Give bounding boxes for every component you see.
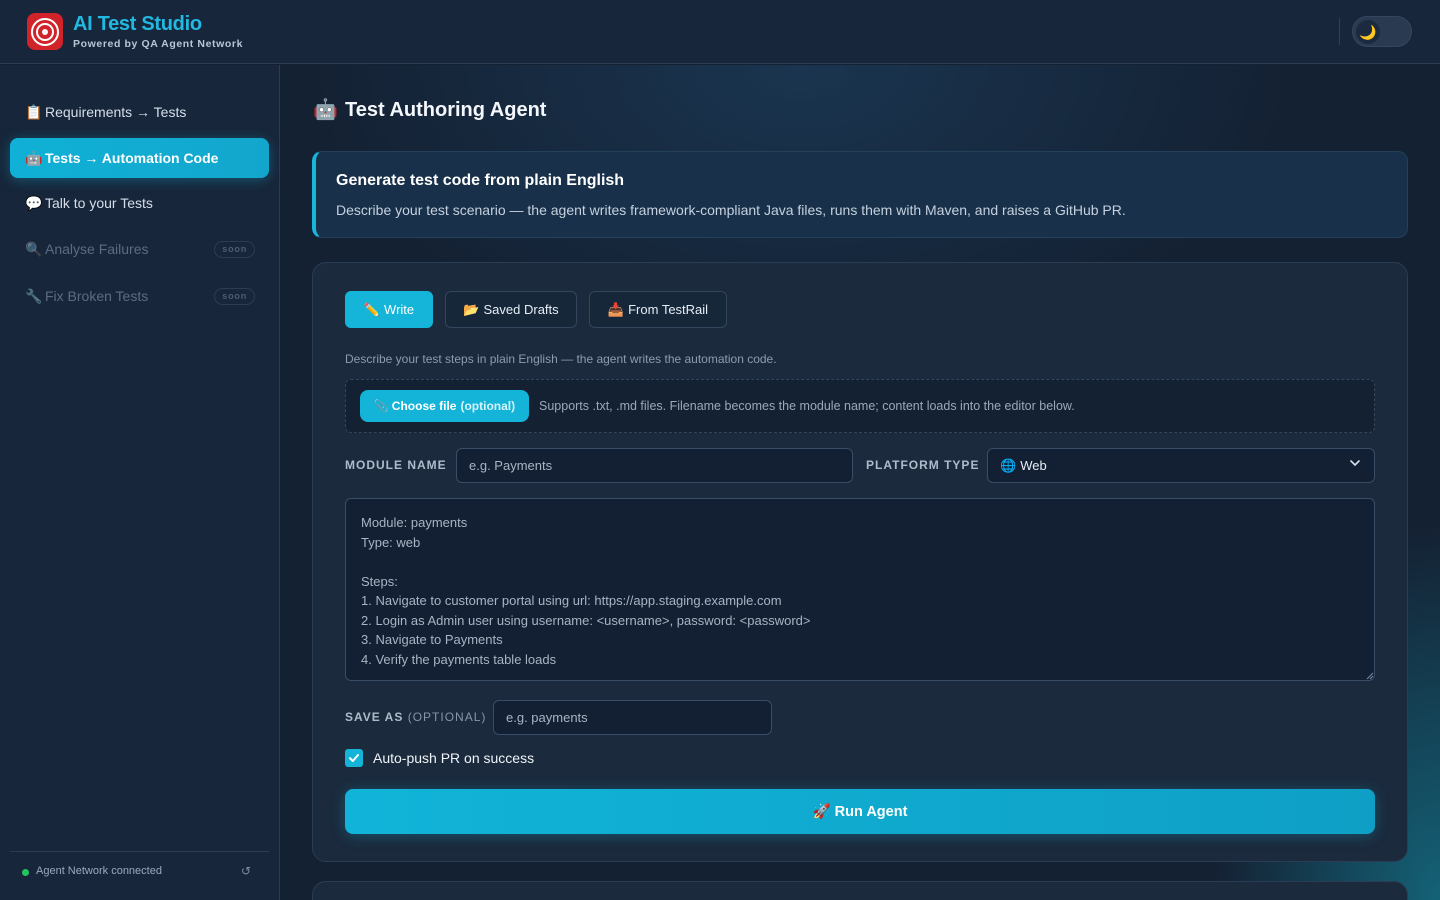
sidebar-item-label: Requirements → Tests bbox=[45, 104, 187, 120]
tab-label: Saved Drafts bbox=[483, 302, 559, 317]
app-header: AI Test Studio Powered by QA Agent Netwo… bbox=[0, 0, 1440, 64]
sidebar: 📋 Requirements → Tests 🤖 Tests → Automat… bbox=[0, 65, 280, 900]
choose-file-label: Choose file bbox=[391, 399, 457, 413]
moon-icon: 🌙 bbox=[1356, 20, 1380, 44]
run-agent-button[interactable]: 🚀 Run Agent bbox=[345, 789, 1375, 834]
test-steps-editor[interactable]: Module: payments Type: web Steps: 1. Nav… bbox=[345, 498, 1375, 681]
header-divider bbox=[1339, 18, 1340, 45]
sidebar-item-talk-to-your-tests[interactable]: 💬 Talk to your Tests bbox=[10, 183, 269, 223]
help-text: Describe your test steps in plain Englis… bbox=[345, 352, 777, 366]
robot-icon: 🤖 bbox=[25, 149, 43, 166]
save-as-optional: (OPTIONAL) bbox=[407, 710, 487, 724]
sidebar-item-analyse-failures: 🔍 Analyse Failures soon bbox=[10, 229, 269, 269]
tab-saved-drafts[interactable]: 📂 Saved Drafts bbox=[445, 291, 577, 328]
connection-status-dot bbox=[22, 869, 29, 876]
connection-status-text: Agent Network connected bbox=[36, 865, 162, 877]
save-as-placeholder: e.g. payments bbox=[506, 710, 588, 725]
sidebar-item-tests-to-automation-code[interactable]: 🤖 Tests → Automation Code bbox=[10, 138, 269, 178]
magnifier-icon: 🔍 bbox=[25, 240, 43, 257]
folder-icon: 📂 bbox=[463, 301, 480, 317]
platform-type-label: PLATFORM TYPE bbox=[866, 458, 980, 472]
soon-badge: soon bbox=[214, 288, 255, 305]
paperclip-icon: 📎 bbox=[373, 399, 389, 413]
authoring-form: ✏️ Write 📂 Saved Drafts 📥 From TestRail … bbox=[312, 262, 1408, 862]
module-name-placeholder: e.g. Payments bbox=[469, 458, 553, 473]
file-upload-hint: Supports .txt, .md files. Filename becom… bbox=[539, 399, 1075, 413]
sidebar-item-requirements-to-tests[interactable]: 📋 Requirements → Tests bbox=[10, 92, 269, 132]
intro-description: Describe your test scenario — the agent … bbox=[336, 202, 1126, 218]
speech-bubble-icon: 💬 bbox=[25, 194, 43, 211]
rocket-icon: 🚀 bbox=[812, 804, 831, 820]
auto-push-label[interactable]: Auto-push PR on success bbox=[373, 750, 534, 766]
pencil-icon: ✏️ bbox=[363, 301, 381, 317]
sidebar-item-label: Tests → Automation Code bbox=[45, 150, 219, 166]
auto-push-checkbox[interactable] bbox=[345, 749, 363, 767]
tab-label: Write bbox=[384, 302, 415, 317]
platform-type-value: Web bbox=[1020, 458, 1047, 473]
save-as-label: SAVE AS (OPTIONAL) bbox=[345, 710, 486, 724]
intro-card: Generate test code from plain English De… bbox=[312, 151, 1408, 238]
page-title: Test Authoring Agent bbox=[345, 99, 547, 121]
choose-file-button[interactable]: 📎 Choose file (optional) bbox=[360, 390, 529, 422]
sidebar-item-label: Fix Broken Tests bbox=[45, 288, 149, 304]
save-as-label-text: SAVE AS bbox=[345, 710, 404, 724]
platform-type-select[interactable]: 🌐 Web bbox=[987, 448, 1375, 483]
tab-label: From TestRail bbox=[628, 302, 709, 317]
wrench-icon: 🔧 bbox=[25, 287, 43, 304]
results-card bbox=[312, 881, 1408, 900]
theme-toggle[interactable]: 🌙 bbox=[1352, 16, 1412, 47]
intro-title: Generate test code from plain English bbox=[336, 172, 625, 189]
robot-icon: 🤖 bbox=[313, 99, 338, 121]
save-as-input[interactable]: e.g. payments bbox=[493, 700, 772, 735]
module-name-input[interactable]: e.g. Payments bbox=[456, 448, 853, 483]
inbox-tray-icon: 📥 bbox=[607, 301, 625, 317]
soon-badge: soon bbox=[214, 241, 255, 258]
checkmark-icon bbox=[349, 754, 359, 762]
choose-file-optional: (optional) bbox=[460, 399, 516, 413]
tab-from-testrail[interactable]: 📥 From TestRail bbox=[589, 291, 727, 328]
sidebar-item-fix-broken-tests: 🔧 Fix Broken Tests soon bbox=[10, 276, 269, 316]
globe-icon: 🌐 bbox=[1000, 457, 1017, 473]
sidebar-item-label: Analyse Failures bbox=[45, 241, 149, 257]
tab-write[interactable]: ✏️ Write bbox=[345, 291, 433, 328]
app-title: AI Test Studio bbox=[73, 13, 202, 35]
refresh-icon[interactable]: ↺ bbox=[241, 864, 251, 878]
file-drop-zone[interactable]: 📎 Choose file (optional) Supports .txt, … bbox=[345, 379, 1375, 433]
sidebar-item-label: Talk to your Tests bbox=[45, 195, 153, 211]
run-agent-label: Run Agent bbox=[834, 803, 908, 820]
chevron-down-icon bbox=[1350, 460, 1360, 466]
sidebar-footer-divider bbox=[10, 851, 269, 852]
clipboard-icon: 📋 bbox=[25, 103, 43, 120]
main-content: 🤖 Test Authoring Agent Generate test cod… bbox=[281, 65, 1440, 900]
app-logo-icon bbox=[27, 13, 63, 50]
module-name-label: MODULE NAME bbox=[345, 458, 447, 472]
app-subtitle: Powered by QA Agent Network bbox=[73, 38, 244, 50]
resize-grip-icon[interactable] bbox=[1366, 672, 1374, 680]
